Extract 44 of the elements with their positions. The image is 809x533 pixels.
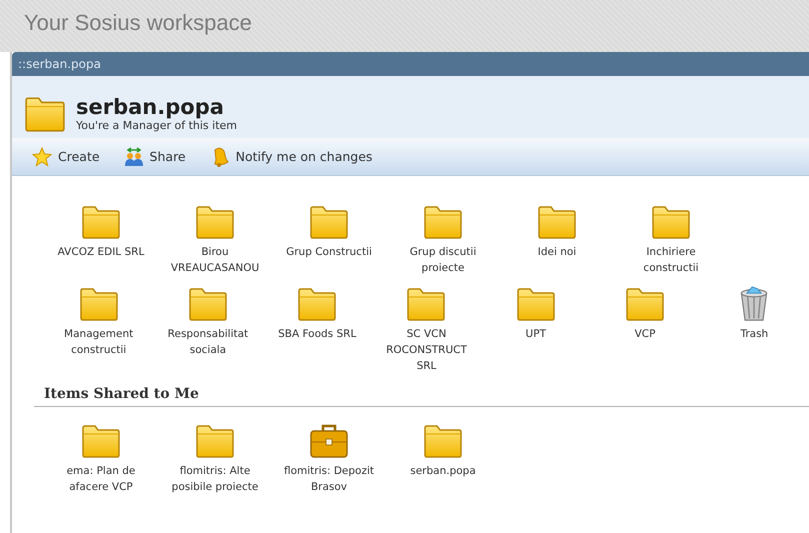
folder-icon [24, 96, 66, 132]
folder-icon [406, 286, 446, 322]
people-icon [124, 146, 144, 167]
folder-icon [537, 204, 577, 240]
folder-icon [195, 423, 235, 460]
page-title: Your Sosius workspace [24, 10, 252, 36]
folder-icon [309, 204, 349, 240]
item-tile[interactable]: flomitris: Alte posibile proiecte [158, 423, 272, 496]
item-tile[interactable]: ema: Plan de afacere VCP [44, 423, 158, 496]
folder-icon [81, 423, 121, 460]
item-tile[interactable]: Birou VREAUCASANOU [158, 204, 272, 276]
folder-icon [78, 286, 119, 322]
folder-icon [516, 286, 556, 322]
toolbar-button[interactable]: Notify me on changes [210, 146, 372, 167]
folder-icon [423, 204, 463, 240]
breadcrumb-bar: ::serban.popa [12, 52, 809, 76]
item-tile[interactable]: Grup discutii proiecte [386, 204, 500, 276]
folder-icon [297, 286, 338, 322]
toolbar-button[interactable]: Create [32, 146, 100, 167]
folder-icon [423, 423, 463, 460]
item-tile[interactable]: VCP [590, 286, 700, 374]
folder-icon [651, 204, 691, 240]
folder-icon [195, 204, 235, 240]
item-tile[interactable]: Responsabilitat sociala [153, 286, 263, 374]
folder-icon [625, 286, 666, 322]
section-heading: Items Shared to Me [34, 386, 809, 408]
item-tile[interactable]: Trash [700, 286, 809, 374]
item-title: serban.popa [76, 96, 225, 120]
star-icon [32, 146, 52, 167]
item-tile[interactable]: Grup Constructii [272, 204, 386, 276]
item-tile[interactable]: serban.popa [386, 423, 500, 496]
item-tile[interactable]: SBA Foods SRL [262, 286, 372, 374]
item-tile[interactable]: SC VCN ROCONSTRUCT SRL [372, 286, 482, 374]
folder-icon [188, 286, 228, 322]
item-tile[interactable]: Management constructii [44, 286, 154, 374]
item-tile[interactable]: AVCOZ EDIL SRL [44, 204, 158, 276]
role-text: You're a Manager of this item [76, 119, 237, 132]
item-tile[interactable]: UPT [481, 286, 590, 374]
briefcase-icon [309, 423, 349, 460]
toolbar-button[interactable]: Share [124, 146, 186, 167]
item-tile[interactable]: Idei noi [500, 204, 614, 276]
folder-icon [81, 204, 121, 240]
item-tile[interactable]: flomitris: Depozit Brasov [272, 423, 386, 496]
item-tile[interactable]: Inchiriere constructii [614, 204, 728, 276]
